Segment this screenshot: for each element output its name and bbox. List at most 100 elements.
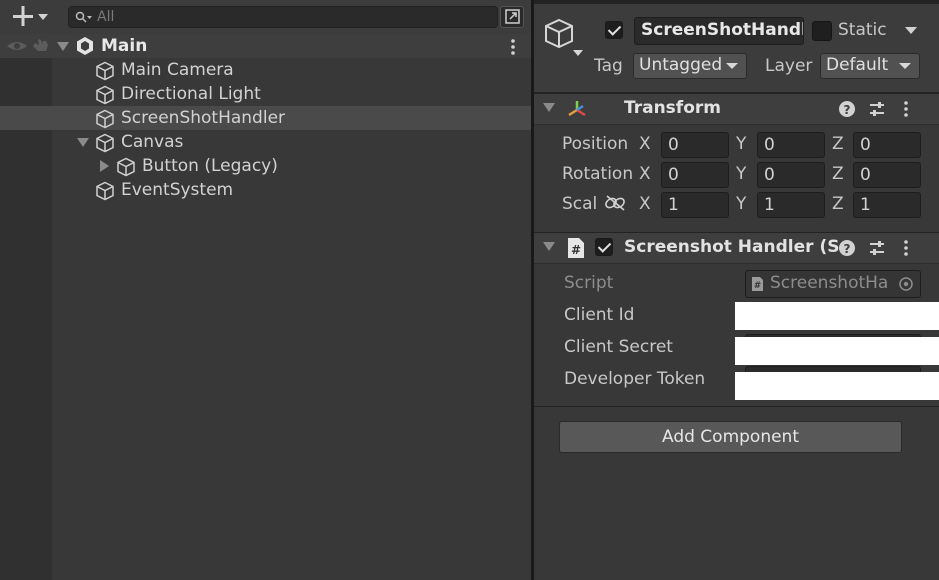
hierarchy-toolbar: All [0,0,531,35]
hierarchy-item-button-legacy[interactable]: Button (Legacy) [0,154,531,178]
position-y-field[interactable]: 0 [757,132,825,158]
csharp-script-small-icon: # [752,277,763,291]
object-picker-icon[interactable] [898,276,914,292]
help-icon[interactable]: ? [838,100,856,118]
component-menu-kebab-icon[interactable] [902,239,920,257]
scene-menu-kebab-icon[interactable] [509,38,517,56]
active-checkbox[interactable] [605,21,623,39]
svg-text:?: ? [844,103,851,117]
transform-header[interactable]: Transform ? [534,93,939,125]
hierarchy-panel: All Main Main Camera Directional Light S… [0,0,531,580]
scene-link-icon [505,9,520,24]
preset-sliders-icon[interactable] [868,239,886,257]
scene-expand-arrow[interactable] [57,42,69,51]
axis-z-label: Z [832,164,844,184]
axis-x-label: X [639,164,651,184]
transform-title: Transform [624,98,721,118]
constrain-proportions-link-icon[interactable] [604,194,628,212]
help-icon[interactable]: ? [838,239,856,257]
axis-y-label: Y [736,194,747,214]
eye-icon[interactable] [6,38,28,54]
tag-dropdown[interactable]: Untagged [633,53,747,79]
button-expand-arrow[interactable] [100,160,109,172]
hierarchy-item-directional-light[interactable]: Directional Light [0,82,531,106]
gameobject-cube-icon [96,85,114,105]
axis-x-label: X [639,134,651,154]
hierarchy-item-label: ScreenShotHandler [121,108,286,128]
component-enabled-checkbox[interactable] [595,238,613,256]
position-z-field[interactable]: 0 [853,132,921,158]
hierarchy-item-screenshothandler[interactable]: ScreenShotHandler [0,106,531,130]
layer-dropdown[interactable]: Default [820,53,920,79]
scene-row-main[interactable]: Main [0,34,531,58]
rotation-y-field[interactable]: 0 [757,162,825,188]
inspector-panel: ScreenShotHandle Static Tag Untagged Lay… [534,0,939,580]
plus-icon [13,6,48,26]
client-secret-label: Client Secret [564,337,673,357]
static-label: Static [838,20,887,40]
search-placeholder: All [97,9,115,25]
collapse-arrow-icon[interactable] [543,103,555,113]
scale-label: Scal [562,194,598,214]
static-checkbox[interactable] [812,21,832,41]
screenshot-handler-header[interactable]: # Screenshot Handler (Sc ? [534,232,939,264]
scale-z-field[interactable]: 1 [853,192,921,218]
layer-label: Layer [765,56,813,76]
hierarchy-item-main-camera[interactable]: Main Camera [0,58,531,82]
screenshot-handler-title: Screenshot Handler (Sc [624,237,850,257]
script-reference-field: # ScreenshotHa [745,270,921,298]
axis-z-label: Z [832,194,844,214]
script-label: Script [564,273,614,293]
object-name-field[interactable]: ScreenShotHandle [634,17,804,45]
axis-z-label: Z [832,134,844,154]
script-reference-value: ScreenshotHa [770,273,889,293]
scene-name: Main [101,36,148,56]
hierarchy-item-label: Button (Legacy) [142,156,278,176]
gameobject-cube-icon [117,157,135,177]
gameobject-cube-icon [96,109,114,129]
scale-x-field[interactable]: 1 [661,192,729,218]
add-component-button[interactable]: Add Component [559,421,902,453]
gameobject-cube-icon [96,61,114,81]
rotation-z-field[interactable]: 0 [853,162,921,188]
hierarchy-item-eventsystem[interactable]: EventSystem [0,178,531,202]
hierarchy-search-input[interactable]: All [68,6,498,28]
component-separator [534,406,939,407]
gameobject-cube-icon [96,181,114,201]
hierarchy-item-canvas[interactable]: Canvas [0,130,531,154]
axis-x-label: X [639,194,651,214]
pickable-hand-icon[interactable] [30,37,50,55]
search-icon [75,11,92,23]
hierarchy-item-label: Canvas [121,132,184,152]
client-secret-field[interactable] [735,337,939,365]
hierarchy-item-label: Directional Light [121,84,261,104]
svg-text:#: # [571,243,581,257]
rotation-label: Rotation [562,164,634,184]
gameobject-large-icon[interactable] [543,18,587,58]
gameobject-cube-icon [96,133,114,153]
svg-text:?: ? [844,242,851,256]
transform-axes-icon [568,101,586,117]
hierarchy-lock-button[interactable] [500,6,524,28]
svg-text:#: # [754,281,762,291]
inspector-object-header: ScreenShotHandle Static Tag Untagged Lay… [534,4,939,93]
developer-token-field[interactable] [735,372,939,400]
canvas-expand-arrow[interactable] [77,138,89,147]
collapse-arrow-icon[interactable] [543,242,555,252]
tag-label: Tag [594,56,623,76]
static-dropdown-arrow-icon[interactable] [904,26,918,36]
unity-scene-icon [77,37,93,55]
csharp-script-icon: # [568,238,584,258]
client-id-label: Client Id [564,305,635,325]
hierarchy-item-label: Main Camera [121,60,234,80]
client-id-field[interactable] [735,302,939,330]
hierarchy-item-label: EventSystem [121,180,234,200]
developer-token-label: Developer Token [564,369,706,389]
position-x-field[interactable]: 0 [661,132,729,158]
component-menu-kebab-icon[interactable] [902,100,920,118]
axis-y-label: Y [736,164,747,184]
preset-sliders-icon[interactable] [868,100,886,118]
scale-y-field[interactable]: 1 [757,192,825,218]
rotation-x-field[interactable]: 0 [661,162,729,188]
create-button[interactable] [12,4,48,34]
